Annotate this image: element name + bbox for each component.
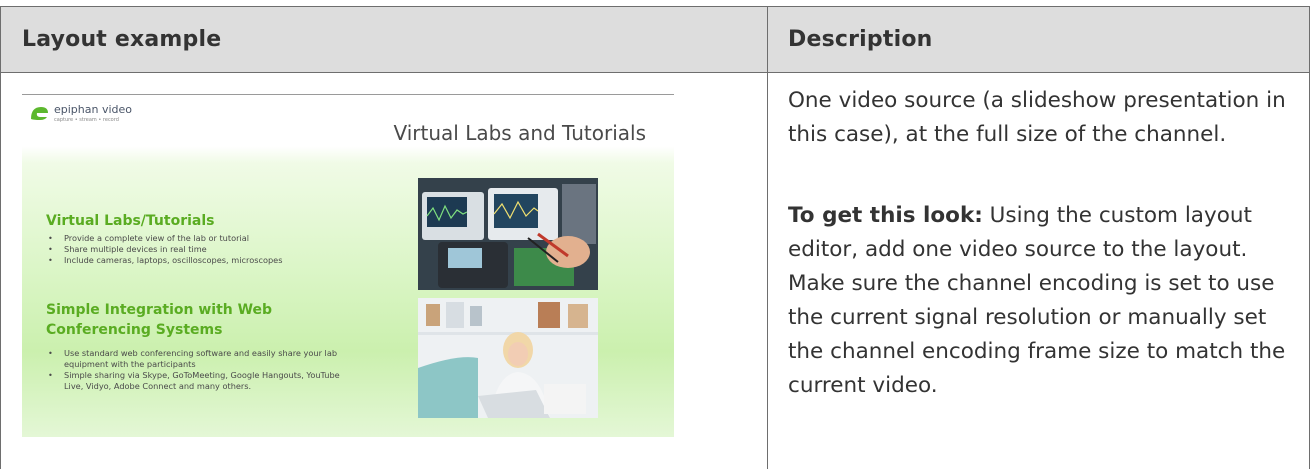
lab-equipment-photo — [418, 178, 598, 290]
oscilloscope-image — [418, 178, 598, 290]
list-item: Simple sharing via Skype, GoToMeeting, G… — [46, 370, 346, 392]
slide-title: Virtual Labs and Tutorials — [393, 121, 646, 145]
header-description: Description — [788, 27, 933, 52]
person-laptop-photo — [418, 298, 598, 418]
slide-list-integration: Use standard web conferencing software a… — [46, 348, 346, 392]
description-summary: One video source (a slideshow presentati… — [788, 88, 1286, 147]
description-instructions: To get this look: Using the custom layou… — [788, 199, 1298, 403]
logo-name: epiphan video — [54, 103, 133, 116]
list-item: Include cameras, laptops, oscilloscopes,… — [46, 255, 282, 266]
epiphan-logo-icon — [31, 107, 48, 120]
instructions-label: To get this look: — [788, 203, 983, 228]
list-item: Share multiple devices in real time — [46, 244, 282, 255]
slide-list-labs: Provide a complete view of the lab or tu… — [46, 233, 282, 266]
table-header-row: Layout example Description — [1, 6, 1309, 73]
person-image — [418, 298, 598, 418]
column-divider — [767, 6, 768, 469]
header-layout-example: Layout example — [22, 27, 222, 52]
instructions-text: Using the custom layout editor, add one … — [788, 203, 1286, 398]
list-item: Use standard web conferencing software a… — [46, 348, 346, 370]
slide-thumbnail: epiphan video capture • stream • record … — [22, 94, 674, 437]
layout-table: Layout example Description epiphan video… — [0, 6, 1310, 469]
slide-heading-labs: Virtual Labs/Tutorials — [46, 213, 215, 229]
logo-tagline: capture • stream • record — [54, 117, 119, 123]
slide-heading-integration: Simple Integration with Web Conferencing… — [46, 302, 273, 338]
list-item: Provide a complete view of the lab or tu… — [46, 233, 282, 244]
